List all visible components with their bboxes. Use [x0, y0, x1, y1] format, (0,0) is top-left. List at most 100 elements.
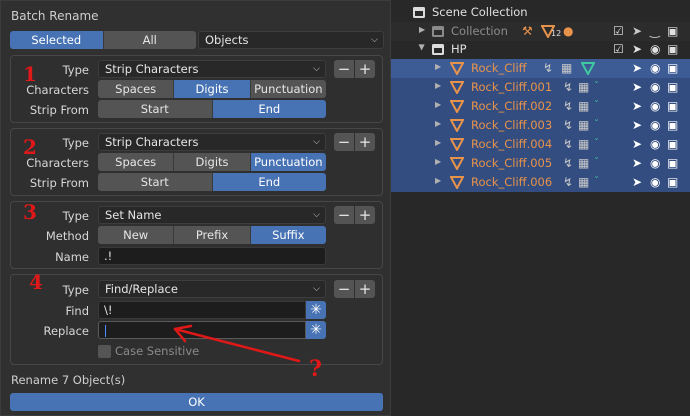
option-digits[interactable]: Digits: [174, 80, 251, 98]
annotation-question-mark: ?: [309, 356, 322, 382]
collection-icon: [432, 26, 444, 37]
mesh-data-icon: ˇ: [594, 81, 599, 92]
type-dropdown[interactable]: Strip Characters ⌵: [98, 60, 326, 78]
outliner-row-hp[interactable]: ▶ HP ☑ ➤ ◉ ▣: [391, 40, 690, 59]
eye-icon[interactable]: ◉: [650, 42, 660, 56]
type-label: Type: [62, 63, 89, 77]
object-name: Rock_Cliff.005: [471, 156, 553, 170]
remove-panel-button[interactable]: −: [334, 280, 354, 298]
select-arrow-icon[interactable]: ➤: [632, 99, 642, 113]
eye-icon[interactable]: ◉: [650, 80, 660, 94]
mesh-object-icon: [450, 62, 464, 75]
select-arrow-icon[interactable]: ➤: [632, 61, 642, 75]
add-panel-button[interactable]: +: [355, 206, 375, 224]
scene-collection-icon: [413, 7, 425, 18]
eye-icon[interactable]: ◉: [650, 156, 660, 170]
type-value: Strip Characters: [105, 135, 199, 149]
replace-label: Replace: [43, 324, 90, 338]
name-input[interactable]: .!: [98, 247, 326, 265]
type-dropdown[interactable]: Find/Replace ⌵: [98, 280, 326, 298]
modifier-icon: ↯: [563, 137, 574, 151]
tab-selected[interactable]: Selected: [10, 31, 104, 49]
camera-icon[interactable]: ▣: [667, 42, 678, 56]
select-arrow-icon[interactable]: ➤: [632, 118, 642, 132]
option-prefix[interactable]: Prefix: [174, 226, 251, 244]
chevron-down-icon: ⌵: [313, 284, 320, 294]
select-arrow-icon[interactable]: ➤: [632, 42, 642, 56]
camera-icon[interactable]: ▣: [667, 118, 678, 132]
mesh-data-icon: ˇ: [594, 100, 599, 111]
modifier-icon: ↯: [563, 175, 574, 189]
annotation-arrow-icon: [173, 324, 301, 363]
camera-icon[interactable]: ▣: [667, 99, 678, 113]
mesh-object-icon: [450, 100, 464, 113]
type-dropdown[interactable]: Set Name ⌵: [98, 206, 326, 224]
expand-arrow-icon: ▶: [419, 25, 426, 34]
eye-closed-icon[interactable]: ‿: [650, 24, 660, 38]
outliner-row-object[interactable]: ▶ Rock_Cliff.004 ↯ ▦ ˇ ➤ ◉ ▣: [391, 135, 690, 154]
eye-icon[interactable]: ◉: [650, 99, 660, 113]
eye-icon[interactable]: ◉: [650, 137, 660, 151]
remove-panel-button[interactable]: −: [334, 206, 354, 224]
option-punctuation[interactable]: Punctuation: [250, 153, 326, 171]
expand-arrow-icon: ▶: [435, 81, 442, 90]
ok-button[interactable]: OK: [10, 393, 383, 411]
outliner-label: HP: [451, 42, 467, 56]
type-value: Set Name: [105, 208, 162, 222]
checkbox-checked-icon[interactable]: ☑: [613, 24, 624, 38]
material-icon: ●: [563, 24, 574, 38]
camera-icon[interactable]: ▣: [667, 80, 678, 94]
outliner-row-object[interactable]: ▶ Rock_Cliff.006 ↯ ▦ ˇ ➤ ◉ ▣: [391, 173, 690, 192]
option-suffix[interactable]: Suffix: [250, 226, 326, 244]
camera-icon[interactable]: ▣: [667, 24, 678, 38]
vertex-groups-icon: ▦: [578, 156, 590, 170]
outliner-row-object[interactable]: ▶ Rock_Cliff.002 ↯ ▦ ˇ ➤ ◉ ▣: [391, 97, 690, 116]
camera-icon[interactable]: ▣: [667, 61, 678, 75]
outliner-row-object[interactable]: ▶ Rock_Cliff ↯ ▦ ➤ ◉ ▣: [391, 59, 690, 78]
option-spaces[interactable]: Spaces: [98, 153, 175, 171]
outliner-row-object[interactable]: ▶ Rock_Cliff.003 ↯ ▦ ˇ ➤ ◉ ▣: [391, 116, 690, 135]
type-value: Strip Characters: [105, 62, 199, 76]
modifier-icon: ↯: [563, 156, 574, 170]
outliner-label: Scene Collection: [432, 5, 528, 19]
dialog-title: Batch Rename: [11, 9, 99, 23]
eye-icon[interactable]: ◉: [650, 175, 660, 189]
option-new[interactable]: New: [98, 226, 175, 244]
type-dropdown[interactable]: Strip Characters ⌵: [98, 133, 326, 151]
option-digits[interactable]: Digits: [174, 153, 251, 171]
outliner-row-scene-collection[interactable]: Scene Collection: [391, 3, 690, 22]
mesh-data-icon: [581, 62, 595, 75]
select-arrow-icon[interactable]: ➤: [632, 80, 642, 94]
expand-arrow-icon: ▶: [435, 62, 442, 71]
add-panel-button[interactable]: +: [355, 60, 375, 78]
select-arrow-icon[interactable]: ➤: [632, 175, 642, 189]
camera-icon[interactable]: ▣: [667, 137, 678, 151]
option-spaces[interactable]: Spaces: [98, 80, 175, 98]
characters-selector: Spaces Digits Punctuation: [98, 153, 326, 171]
option-end[interactable]: End: [212, 100, 326, 118]
select-arrow-icon[interactable]: ➤: [632, 156, 642, 170]
data-type-dropdown[interactable]: Objects ⌵: [198, 31, 384, 49]
outliner-row-object[interactable]: ▶ Rock_Cliff.001 ↯ ▦ ˇ ➤ ◉ ▣: [391, 78, 690, 97]
add-panel-button[interactable]: +: [355, 280, 375, 298]
eye-icon[interactable]: ◉: [650, 61, 660, 75]
mesh-data-icon: ˇ: [594, 157, 599, 168]
remove-panel-button[interactable]: −: [334, 133, 354, 151]
mesh-data-icon: ˇ: [594, 176, 599, 187]
select-arrow-icon[interactable]: ➤: [632, 137, 642, 151]
option-start[interactable]: Start: [98, 173, 213, 191]
outliner-row-object[interactable]: ▶ Rock_Cliff.005 ↯ ▦ ˇ ➤ ◉ ▣: [391, 154, 690, 173]
option-start[interactable]: Start: [98, 100, 213, 118]
camera-icon[interactable]: ▣: [667, 175, 678, 189]
option-punctuation[interactable]: Punctuation: [250, 80, 326, 98]
option-end[interactable]: End: [212, 173, 326, 191]
outliner-row-collection[interactable]: ▶ Collection ⚒ 12 ● ☑ ➤ ‿ ▣: [391, 22, 690, 41]
camera-icon[interactable]: ▣: [667, 156, 678, 170]
remove-panel-button[interactable]: −: [334, 60, 354, 78]
object-name: Rock_Cliff.001: [471, 80, 553, 94]
checkbox-checked-icon[interactable]: ☑: [613, 42, 624, 56]
tab-all[interactable]: All: [103, 31, 196, 49]
select-arrow-icon[interactable]: ➤: [632, 24, 642, 38]
eye-icon[interactable]: ◉: [650, 118, 660, 132]
add-panel-button[interactable]: +: [355, 133, 375, 151]
